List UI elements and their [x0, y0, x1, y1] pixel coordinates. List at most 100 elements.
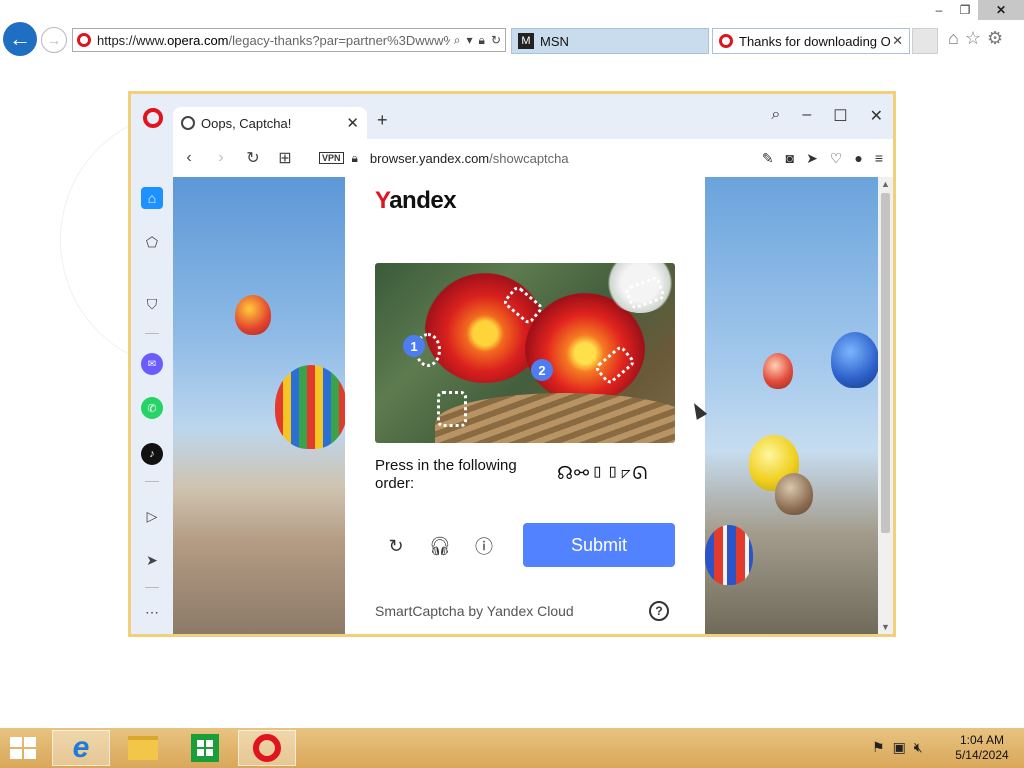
taskbar-ie[interactable]: e: [52, 730, 110, 766]
refresh-icon[interactable]: ↻: [491, 33, 501, 48]
forward-icon[interactable]: ›: [205, 149, 237, 167]
globe-icon: [181, 116, 195, 130]
player-icon[interactable]: ▷: [141, 505, 163, 527]
opera-logo-icon[interactable]: [143, 108, 163, 128]
page-content: Yandex 1 2 Press in the following order:…: [173, 177, 878, 634]
sidebar-divider: [145, 481, 159, 482]
tiktok-icon[interactable]: ♪: [141, 443, 163, 465]
menu-icon[interactable]: ≡: [875, 150, 883, 167]
flag-icon[interactable]: ⚑: [872, 739, 885, 756]
close-window-button[interactable]: ✕: [978, 0, 1024, 20]
refresh-captcha-button[interactable]: ↻: [383, 533, 409, 559]
taskbar-store[interactable]: [176, 730, 234, 766]
balloon-image: [775, 473, 813, 515]
send-icon[interactable]: ➤: [806, 150, 818, 167]
captcha-footer: SmartCaptcha by Yandex Cloud: [375, 603, 574, 619]
gear-icon[interactable]: ⚙: [987, 28, 1003, 49]
yandex-logo: Yandex: [375, 187, 457, 215]
refresh-icon: ↻: [388, 535, 404, 556]
click-marker[interactable]: 2: [531, 359, 553, 381]
tabs-grid-icon[interactable]: ⊞: [269, 148, 301, 168]
address-domain: browser.yandex.com: [369, 150, 490, 166]
captcha-image[interactable]: 1 2: [375, 263, 675, 443]
opera-toolbar: ‹ › ↻ ⊞ VPN 🔒︎ browser.yandex.com/showca…: [173, 139, 893, 177]
clock[interactable]: 1:04 AM 5/14/2024: [950, 733, 1014, 763]
opera-sidebar: ⌂ ⬠ ⛉ ✉ ✆ ♪ ▷ ➤ ⋯: [131, 177, 173, 634]
close-tab-icon[interactable]: ✕: [346, 114, 359, 132]
store-icon: [191, 734, 219, 762]
heart-icon[interactable]: ♡: [830, 150, 843, 167]
new-tab-button[interactable]: [912, 28, 938, 54]
tab-captcha[interactable]: Oops, Captcha! ✕: [173, 107, 367, 139]
taskbar-opera[interactable]: [238, 730, 296, 766]
network-icon[interactable]: ▣: [893, 739, 906, 756]
tab-opera-thanks[interactable]: Thanks for downloading O... ✕: [712, 28, 910, 54]
close-window-button[interactable]: ✕: [870, 106, 883, 126]
address-url[interactable]: https://www.opera.com/legacy-thanks?par=…: [97, 33, 450, 48]
forward-button[interactable]: →: [41, 27, 67, 53]
msn-icon: M: [518, 33, 534, 49]
logo-text: andex: [389, 187, 457, 214]
start-button[interactable]: [10, 737, 38, 759]
back-icon[interactable]: ‹: [173, 149, 205, 167]
balloon-image: [235, 295, 271, 335]
ie-toolbar: – ❐ ✕ ← → https://www.opera.com/legacy-t…: [0, 0, 1024, 58]
edit-icon[interactable]: ✎: [762, 150, 774, 167]
chevron-up-icon[interactable]: ▲: [880, 179, 891, 189]
home-icon[interactable]: ⌂: [948, 28, 959, 49]
maximize-button[interactable]: ☐: [833, 106, 847, 126]
messenger-icon[interactable]: ✉: [141, 353, 163, 375]
dropdown-icon[interactable]: ▾: [467, 33, 473, 48]
captcha-symbol[interactable]: [437, 391, 467, 427]
sidebar-divider: [145, 333, 159, 334]
arrow-left-icon: ←: [9, 26, 31, 51]
captcha-card: Yandex 1 2 Press in the following order:…: [345, 177, 705, 634]
taskbar: e ⚑ ▣ 🔇︎ 1:04 AM 5/14/2024: [0, 728, 1024, 768]
search-icon[interactable]: ⌕: [771, 106, 780, 126]
info-button[interactable]: ⓘ: [471, 533, 497, 559]
close-tab-icon[interactable]: ✕: [892, 33, 903, 49]
profile-icon[interactable]: ●: [854, 150, 862, 167]
balloon-image: [275, 365, 347, 449]
star-icon[interactable]: ☆: [965, 28, 981, 49]
clock-date: 5/14/2024: [955, 748, 1009, 762]
home-icon[interactable]: ⌂: [141, 187, 163, 209]
shopping-bag-icon[interactable]: ⛉: [141, 293, 163, 315]
basket-image: [435, 393, 675, 443]
logo-letter: Y: [375, 187, 390, 214]
audio-captcha-button[interactable]: 🎧︎: [427, 533, 453, 559]
headphones-icon: 🎧︎: [428, 535, 452, 556]
address-path: /showcaptcha: [489, 150, 569, 166]
reload-icon[interactable]: ↻: [237, 148, 269, 168]
more-icon[interactable]: ⋯: [141, 601, 163, 623]
taskbar-explorer[interactable]: [114, 730, 172, 766]
scrollbar-thumb[interactable]: [881, 193, 890, 533]
lock-icon[interactable]: 🔒︎: [352, 151, 358, 166]
submit-button[interactable]: Submit: [523, 523, 675, 567]
minimize-button[interactable]: –: [802, 106, 811, 126]
new-tab-button[interactable]: +: [377, 110, 388, 131]
opera-icon: [719, 34, 733, 48]
restore-button[interactable]: ❐: [952, 0, 978, 20]
address-bar[interactable]: https://www.opera.com/legacy-thanks?par=…: [72, 28, 506, 52]
back-button[interactable]: ←: [3, 22, 37, 56]
vpn-badge[interactable]: VPN: [319, 152, 344, 164]
camera-icon[interactable]: ◙: [786, 150, 794, 167]
minimize-button[interactable]: –: [926, 0, 952, 20]
volume-muted-icon[interactable]: 🔇︎: [914, 739, 923, 756]
balloon-image: [705, 525, 753, 585]
balloon-image: [763, 353, 793, 389]
whatsapp-icon[interactable]: ✆: [141, 397, 163, 419]
search-icon[interactable]: ⌕: [454, 33, 461, 48]
address-field[interactable]: browser.yandex.com/showcaptcha: [370, 151, 762, 166]
pinboard-icon[interactable]: ⬠: [141, 231, 163, 253]
scrollbar[interactable]: ▲ ▼: [878, 177, 893, 634]
lock-icon[interactable]: 🔒︎: [479, 33, 485, 48]
click-marker[interactable]: 1: [403, 335, 425, 357]
send-icon[interactable]: ➤: [141, 549, 163, 571]
help-button[interactable]: ?: [649, 601, 669, 621]
order-symbols: ☊⚯▯▯◸ᘏ: [557, 463, 649, 483]
chevron-down-icon[interactable]: ▼: [880, 622, 891, 632]
background-photo-right: [705, 177, 878, 634]
tab-msn[interactable]: M MSN: [511, 28, 709, 54]
